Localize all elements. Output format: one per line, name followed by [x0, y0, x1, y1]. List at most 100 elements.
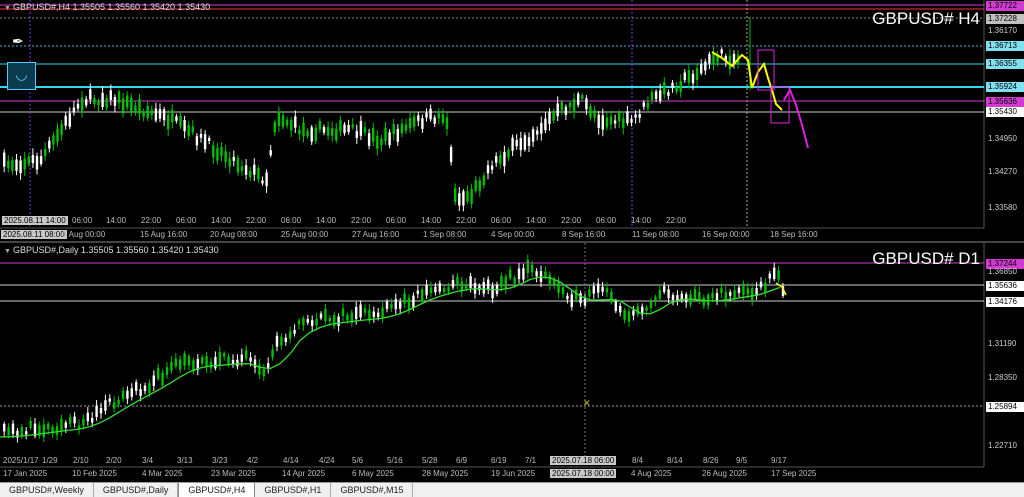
h4-candle-body — [404, 124, 408, 131]
h4-candle-body — [273, 122, 276, 133]
h4-candle-body — [224, 151, 227, 162]
h4-chart-canvas[interactable] — [0, 0, 1024, 241]
h4-candle-body — [290, 119, 293, 131]
d1-time-label: 7/1 — [525, 456, 537, 465]
d1-time-label: 5/28 — [422, 456, 438, 465]
d1-candle-body — [385, 301, 389, 309]
h4-candle-body — [367, 133, 371, 146]
d1-candle-body — [55, 426, 59, 435]
h4-candle-body — [302, 122, 305, 136]
h4-candle-body — [507, 149, 510, 158]
d1-candle-body — [161, 372, 164, 386]
h4-date-label: 18 Sep 16:00 — [770, 230, 818, 239]
h4-candle-body — [117, 91, 121, 103]
d1-candle-body — [394, 299, 397, 310]
h4-candle-body — [421, 118, 424, 129]
h4-candle-body — [384, 127, 387, 142]
pen-icon[interactable]: ✒ — [12, 33, 26, 49]
tab-gbpusd-m15[interactable]: GBPUSD#,M15 — [331, 483, 414, 497]
h4-candle-body — [691, 73, 695, 84]
d1-candle-body — [25, 431, 28, 435]
h4-candle-body — [380, 138, 383, 146]
d1-candle-body — [531, 264, 534, 273]
h4-candle-body — [195, 136, 199, 146]
h4-candle-body — [154, 108, 158, 121]
collapse-triangle-icon[interactable]: ▼ — [4, 248, 11, 255]
d1-candle-body — [346, 314, 349, 321]
d1-candle-body — [135, 382, 138, 391]
d1-candle-body — [390, 304, 393, 309]
d1-candle-body — [632, 310, 635, 316]
d1-chart-pane[interactable]: ✕ ▼ GBPUSD#,Daily 1.35505 1.35560 1.35420… — [0, 243, 1024, 482]
d1-candle-body — [588, 289, 591, 297]
d1-candle-body — [293, 329, 296, 334]
h4-candle-body — [15, 159, 18, 171]
d1-candle-body — [363, 308, 367, 313]
h4-candle-body — [396, 128, 399, 142]
d1-candle-body — [236, 359, 239, 367]
d1-candle-body — [649, 301, 653, 308]
h4-candle-body — [704, 61, 707, 71]
d1-candle-body — [183, 353, 186, 366]
d1-candle-body — [570, 294, 573, 307]
h4-candle-body — [609, 116, 613, 125]
d1-candle-body — [319, 313, 323, 319]
d1-date-label: 6 May 2025 — [352, 469, 394, 478]
tab-gbpusd-weekly[interactable]: GBPUSD#,Weekly — [0, 483, 94, 497]
d1-time-label: 6/9 — [456, 456, 468, 465]
h4-date-label: 13 Aug 00:00 — [58, 230, 106, 239]
d1-candle-body — [275, 335, 279, 347]
h4-candle-body — [113, 97, 117, 106]
tab-gbpusd-h1[interactable]: GBPUSD#,H1 — [255, 483, 332, 497]
h4-candle-body — [277, 111, 281, 126]
d1-candle-body — [73, 416, 76, 424]
d1-candle-body — [108, 398, 111, 402]
d1-candle-body — [130, 388, 133, 397]
h4-candle-body — [240, 166, 244, 171]
h4-candle-body — [572, 98, 576, 113]
h4-candle-body — [552, 111, 555, 121]
h4-chart-pane[interactable]: ▼ GBPUSD#,H4 1.35505 1.35560 1.35420 1.35… — [0, 0, 1024, 241]
h4-candle-body — [720, 49, 723, 54]
chart-tab-bar: GBPUSD#,Weekly GBPUSD#,Daily GBPUSD#,H4 GBP… — [0, 482, 1024, 497]
h4-candle-body — [601, 115, 604, 130]
d1-candle-body — [82, 418, 85, 426]
collapse-triangle-icon[interactable]: ▼ — [4, 5, 11, 12]
d1-time-label: 4/2 — [247, 456, 259, 465]
d1-date-label: 17 Sep 2025 — [771, 469, 817, 478]
h4-candle-body — [347, 124, 350, 133]
h4-price-label: 1.37228 — [986, 14, 1024, 24]
d1-time-label: 4/14 — [283, 456, 299, 465]
d1-date-label: 2025.07.18 00:00 — [550, 469, 617, 478]
tab-gbpusd-daily[interactable]: GBPUSD#,Daily — [94, 483, 179, 497]
h4-candle-body — [548, 112, 551, 124]
h4-candle-body — [355, 131, 358, 138]
h4-candle-body — [7, 160, 10, 168]
h4-candle-body — [150, 109, 153, 115]
h4-candle-body — [146, 105, 149, 119]
h4-candle-body — [663, 82, 666, 95]
h4-time-label: 22:00 — [456, 216, 477, 225]
h4-candle-body — [363, 127, 367, 133]
d1-candle-body — [170, 362, 173, 371]
d1-candle-body — [91, 417, 94, 423]
d1-date-label: 19 Jun 2025 — [491, 469, 536, 478]
h4-candle-body — [322, 126, 326, 133]
h4-candle-body — [19, 160, 22, 174]
h4-candle-body — [577, 93, 580, 105]
tab-gbpusd-h4[interactable]: GBPUSD#,H4 — [178, 483, 256, 497]
d1-candle-body — [663, 285, 666, 292]
d1-chart-canvas[interactable]: ✕ — [0, 243, 1024, 482]
d1-candle-body — [311, 320, 314, 326]
d1-date-label: 4 Aug 2025 — [631, 469, 672, 478]
d1-candle-body — [627, 311, 631, 322]
h4-candle-body — [581, 95, 584, 99]
h4-date-label: 11 Sep 08:00 — [632, 230, 680, 239]
d1-axis-tick: 1.22710 — [988, 441, 1017, 450]
smile-icon[interactable]: ◡ — [7, 62, 36, 90]
d1-candle-body — [667, 289, 670, 299]
d1-candle-body — [421, 289, 424, 302]
h4-time-label: 22:00 — [246, 216, 267, 225]
d1-date-label: 28 May 2025 — [422, 469, 469, 478]
d1-candle-body — [544, 271, 547, 277]
